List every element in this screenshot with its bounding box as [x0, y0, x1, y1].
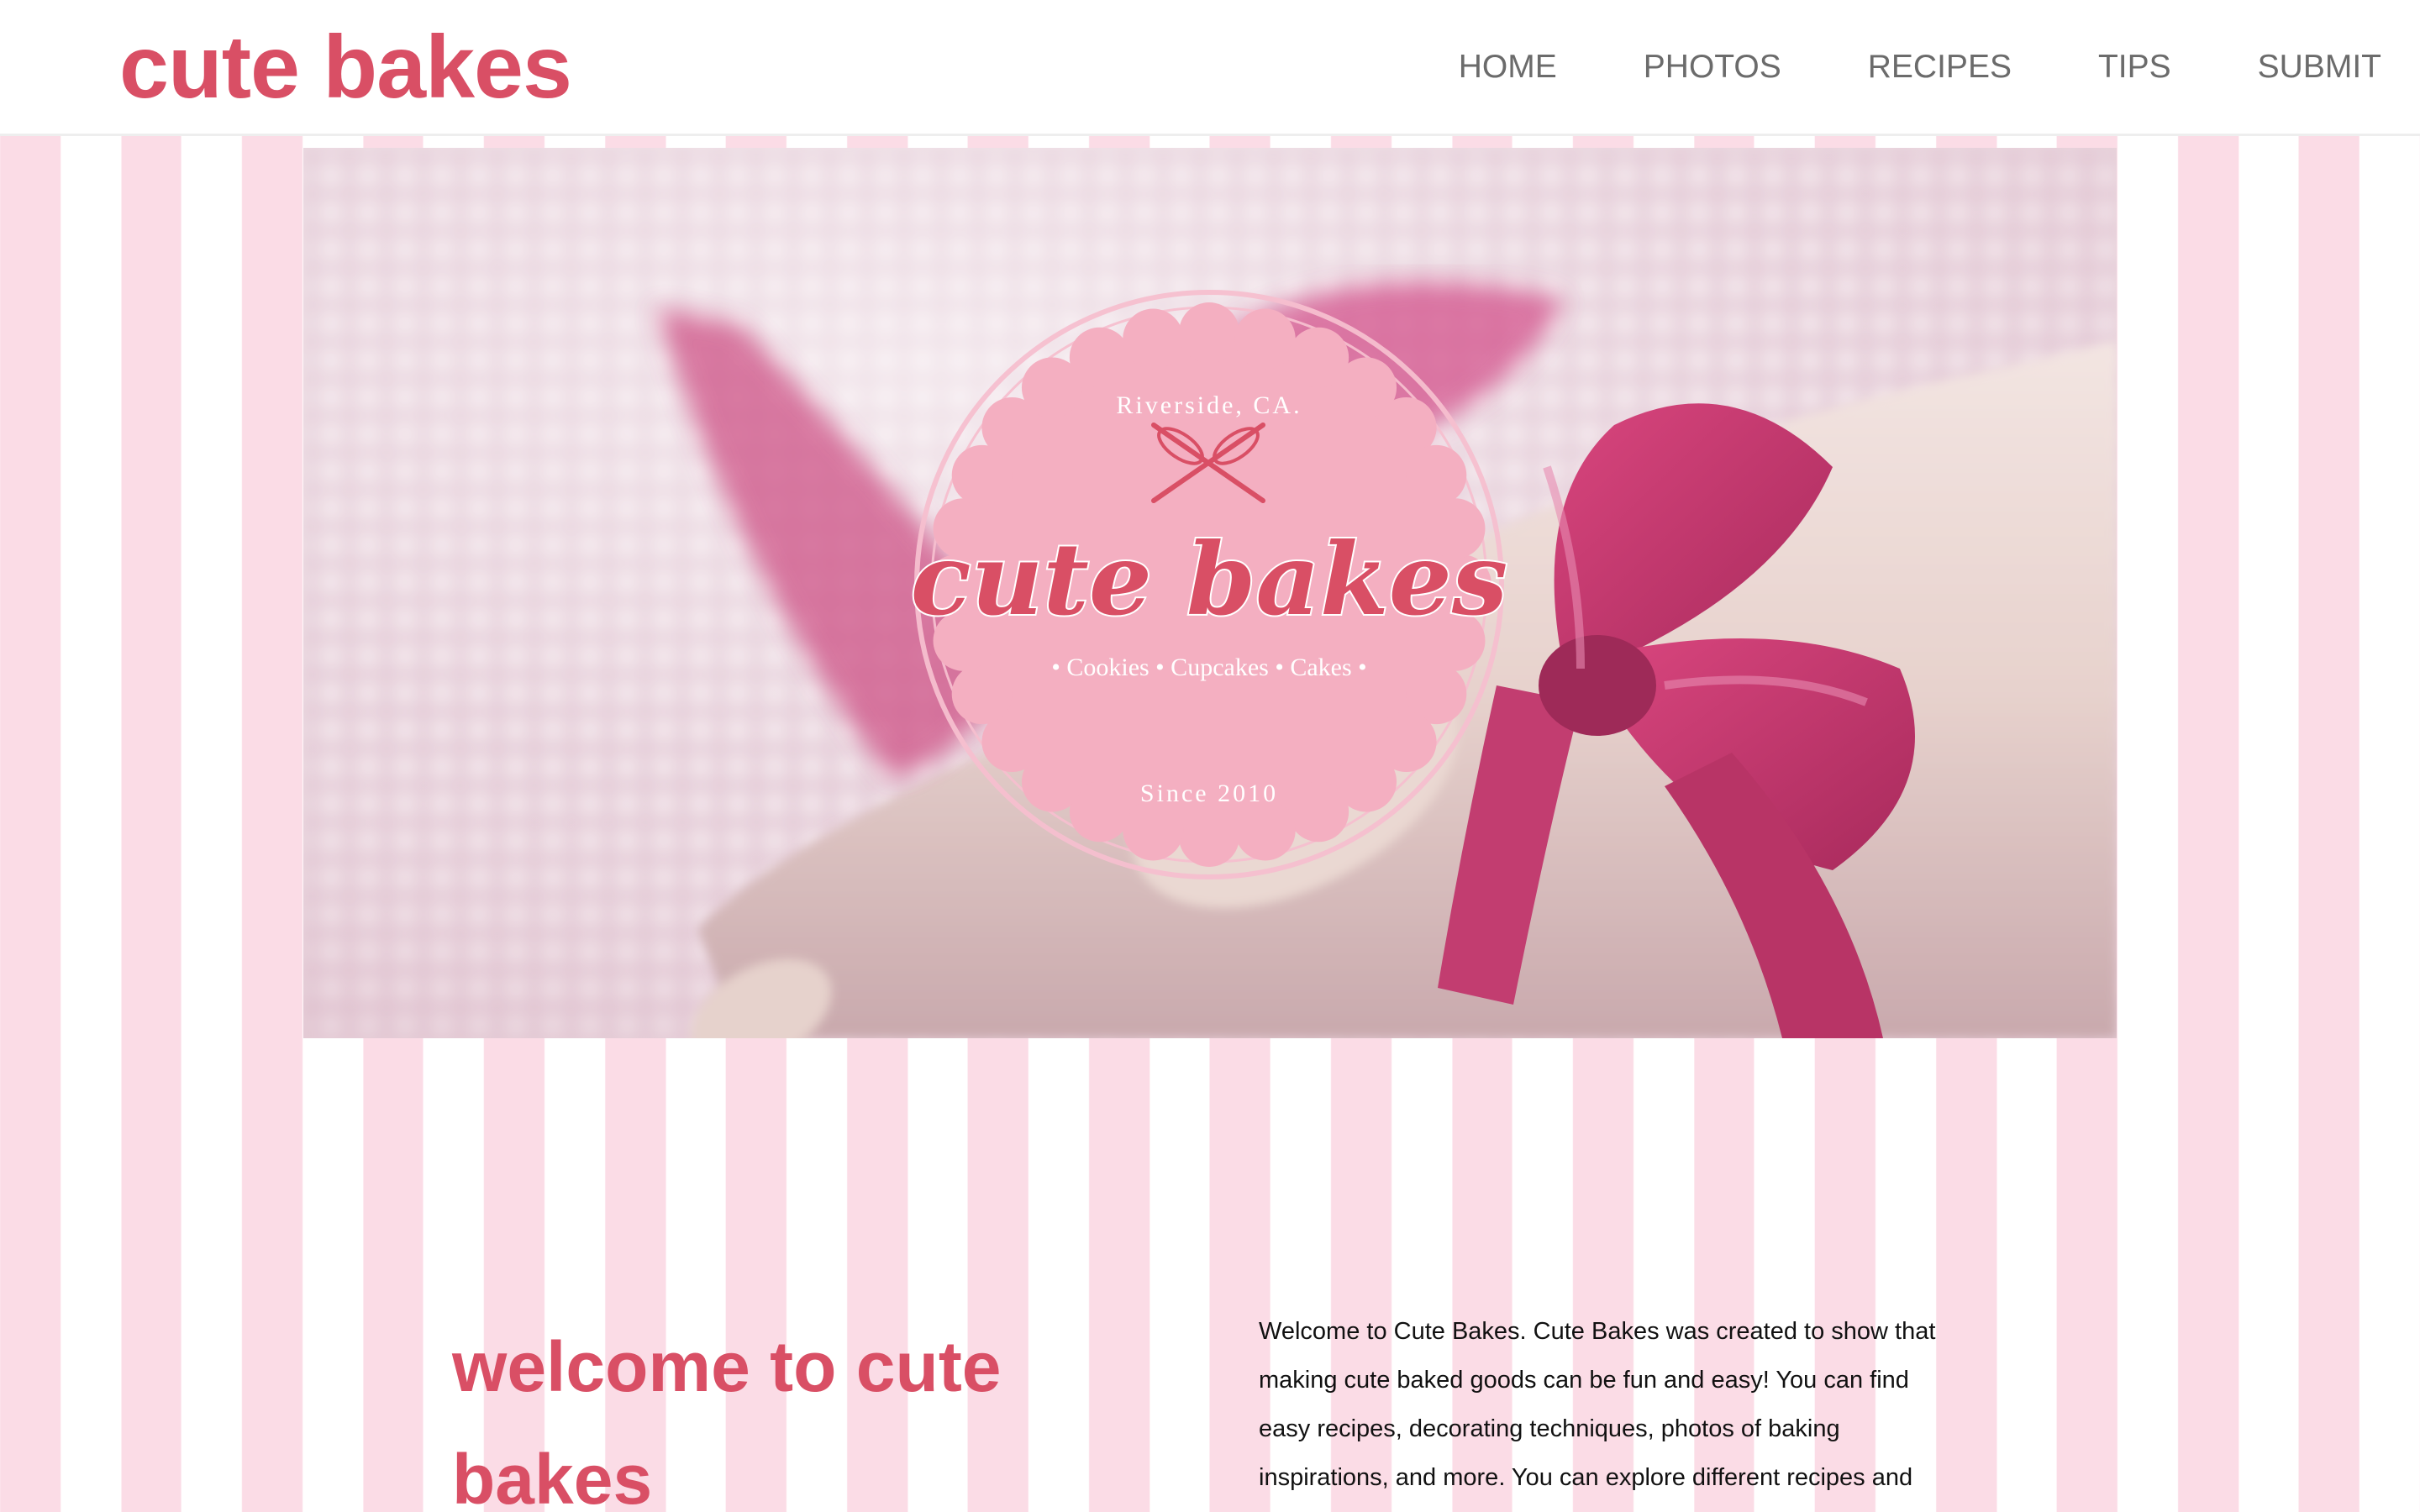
hero-image: Riverside, CA. cute bakes • Cookies • Cu… [303, 148, 2117, 1038]
logo-name: cute bakes [911, 521, 1508, 638]
nav-submit[interactable]: SUBMIT [2258, 42, 2381, 92]
cute-bakes-logo: Riverside, CA. cute bakes • Cookies • Cu… [909, 290, 1509, 879]
site-title[interactable]: cute bakes [119, 17, 572, 118]
main-nav: HOME PHOTOS RECIPES TIPS SUBMIT [1459, 42, 2381, 92]
nav-recipes[interactable]: RECIPES [1868, 42, 2012, 92]
nav-tips[interactable]: TIPS [2098, 42, 2171, 92]
logo-tagline: • Cookies • Cupcakes • Cakes • [1051, 654, 1366, 681]
hero-photo: Riverside, CA. cute bakes • Cookies • Cu… [303, 148, 2117, 1038]
nav-home[interactable]: HOME [1459, 42, 1557, 92]
logo-since: Since 2010 [1140, 780, 1278, 807]
logo-location: Riverside, CA. [1116, 391, 1302, 419]
site-header: cute bakes HOME PHOTOS RECIPES TIPS SUBM… [0, 0, 2420, 136]
welcome-body: Welcome to Cute Bakes. Cute Bakes was cr… [1259, 1318, 1936, 1491]
nav-photos[interactable]: PHOTOS [1644, 42, 1781, 92]
welcome-heading: welcome to cute bakes [452, 1327, 1002, 1512]
